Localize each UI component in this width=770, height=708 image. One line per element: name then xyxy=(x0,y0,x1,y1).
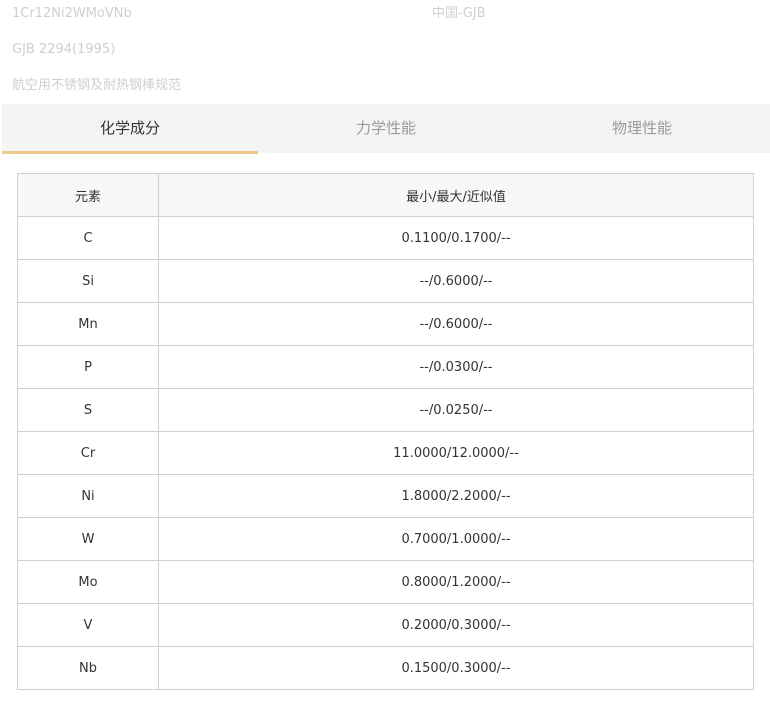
value-cell: 0.1500/0.3000/-- xyxy=(158,646,754,690)
element-cell: P xyxy=(17,345,159,389)
material-grade: 1Cr12Ni2WMoVNb xyxy=(12,6,132,21)
value-cell: --/0.6000/-- xyxy=(158,302,754,346)
table-row: Cr 11.0000/12.0000/-- xyxy=(17,431,754,475)
table-row: P --/0.0300/-- xyxy=(17,345,754,389)
element-cell: Mn xyxy=(17,302,159,346)
value-cell: 11.0000/12.0000/-- xyxy=(158,431,754,475)
element-cell: C xyxy=(17,216,159,260)
table-row: Mn --/0.6000/-- xyxy=(17,302,754,346)
value-cell: 0.8000/1.2000/-- xyxy=(158,560,754,604)
value-cell: --/0.6000/-- xyxy=(158,259,754,303)
standard-name: 航空用不锈钢及耐热钢棒规范 xyxy=(12,78,182,93)
standard-number: GJB 2294(1995) xyxy=(12,42,116,57)
tab-chemical-composition[interactable]: 化学成分 xyxy=(2,104,258,154)
composition-table: 元素 最小/最大/近似值 C 0.1100/0.1700/-- Si --/0.60… xyxy=(17,173,754,690)
value-cell: 0.7000/1.0000/-- xyxy=(158,517,754,561)
value-cell: 0.2000/0.3000/-- xyxy=(158,603,754,647)
element-cell: Si xyxy=(17,259,159,303)
table-row: Mo 0.8000/1.2000/-- xyxy=(17,560,754,604)
value-cell: --/0.0300/-- xyxy=(158,345,754,389)
table-row: Ni 1.8000/2.2000/-- xyxy=(17,474,754,518)
value-cell: --/0.0250/-- xyxy=(158,388,754,432)
element-cell: Cr xyxy=(17,431,159,475)
table-row: V 0.2000/0.3000/-- xyxy=(17,603,754,647)
table-row: W 0.7000/1.0000/-- xyxy=(17,517,754,561)
value-cell: 1.8000/2.2000/-- xyxy=(158,474,754,518)
tab-mechanical-properties[interactable]: 力学性能 xyxy=(258,104,514,153)
material-origin: 中国-GJB xyxy=(432,6,486,21)
column-header-element: 元素 xyxy=(17,173,159,217)
element-cell: S xyxy=(17,388,159,432)
element-cell: Ni xyxy=(17,474,159,518)
element-cell: W xyxy=(17,517,159,561)
property-tabs: 化学成分 力学性能 物理性能 xyxy=(2,104,770,154)
table-row: Si --/0.6000/-- xyxy=(17,259,754,303)
column-header-value: 最小/最大/近似值 xyxy=(158,173,754,217)
value-cell: 0.1100/0.1700/-- xyxy=(158,216,754,260)
table-row: Nb 0.1500/0.3000/-- xyxy=(17,646,754,690)
element-cell: V xyxy=(17,603,159,647)
element-cell: Nb xyxy=(17,646,159,690)
table-header-row: 元素 最小/最大/近似值 xyxy=(17,173,754,217)
tab-physical-properties[interactable]: 物理性能 xyxy=(514,104,770,153)
table-row: C 0.1100/0.1700/-- xyxy=(17,216,754,260)
table-row: S --/0.0250/-- xyxy=(17,388,754,432)
element-cell: Mo xyxy=(17,560,159,604)
